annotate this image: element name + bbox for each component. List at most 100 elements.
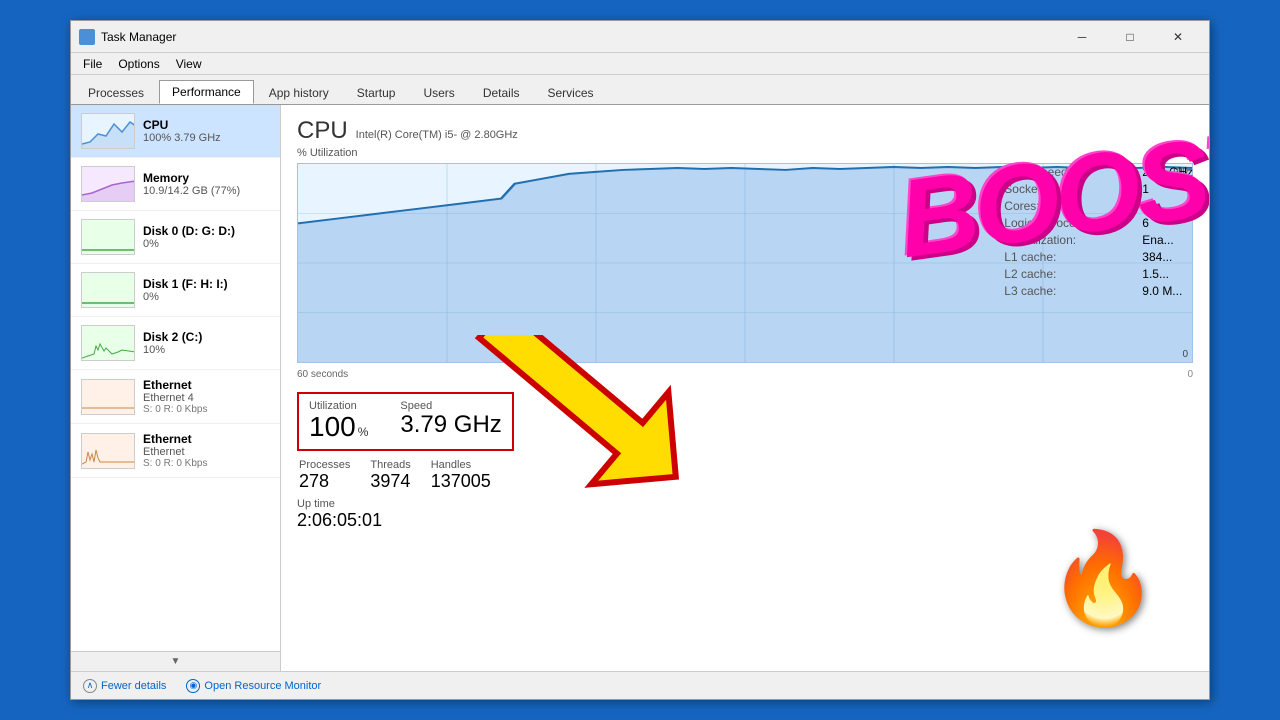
ethernet1-info: Ethernet Ethernet 4 S: 0 R: 0 Kbps [143,378,270,415]
utilization-block: Utilization 100 % [309,400,368,443]
fire-icon: 🔥 [1047,529,1159,629]
uptime-value: 2:06:05:01 [297,510,1193,531]
cpu-detail-subtitle: Intel(R) Core(TM) i5- @ 2.80GHz [356,129,518,141]
tab-users[interactable]: Users [410,81,467,104]
ethernet2-sub: Ethernet [143,446,270,458]
speed-block: Speed 3.79 GHz [400,400,501,443]
speed-value: 3.79 GHz [400,412,501,438]
uptime-label: Up time [297,498,1193,510]
graph-min-label: 0 [1182,349,1188,360]
util-unit: % [358,425,369,439]
logical-label: Logical processors: [1004,216,1134,230]
ethernet2-thumbnail [81,433,135,469]
app-icon [79,29,95,45]
cpu-sub: 100% 3.79 GHz [143,132,270,144]
sidebar-item-disk0[interactable]: Disk 0 (D: G: D:) 0% [71,211,280,264]
cpu-title-row: CPU Intel(R) Core(TM) i5- @ 2.80GHz [297,117,1193,145]
open-monitor-button[interactable]: ◉ Open Resource Monitor [186,679,321,693]
l3-row: L3 cache: 9.0 M... [1004,284,1193,298]
menu-bar: File Options View [71,53,1209,75]
disk1-name: Disk 1 (F: H: I:) [143,277,270,291]
processes-value: 278 [299,471,350,492]
fire-overlay: 🔥 [1047,526,1159,631]
base-speed-value: 2.81 GHz [1142,165,1193,179]
handles-block: Handles 137005 [431,459,491,492]
sidebar: CPU 100% 3.79 GHz Memory 10.9/14.2 GB [71,105,281,671]
cores-label: Cores: [1004,199,1134,213]
threads-value: 3974 [370,471,410,492]
sidebar-item-disk1[interactable]: Disk 1 (F: H: I:) 0% [71,264,280,317]
monitor-icon: ◉ [186,679,200,693]
l1-value: 384... [1142,250,1172,264]
virtualization-label: Virtualization: [1004,233,1134,247]
menu-file[interactable]: File [75,55,110,73]
counts-row: Processes 278 Threads 3974 Handles 13700… [299,459,1193,492]
logical-row: Logical processors: 6 [1004,216,1193,230]
cpu-thumbnail [81,113,135,149]
cores-row: Cores: 6 [1004,199,1193,213]
task-manager-window: Task Manager ─ □ ✕ File Options View Pro… [70,20,1210,700]
sockets-label: Sockets: [1004,182,1134,196]
ethernet2-sub2: S: 0 R: 0 Kbps [143,458,270,469]
tab-processes[interactable]: Processes [75,81,157,104]
logical-value: 6 [1142,216,1149,230]
main-content: CPU 100% 3.79 GHz Memory 10.9/14.2 GB [71,105,1209,671]
tab-performance[interactable]: Performance [159,80,254,104]
base-speed-row: Base speed: 2.81 GHz [1004,165,1193,179]
disk2-sub: 10% [143,344,270,356]
disk2-thumbnail [81,325,135,361]
disk2-name: Disk 2 (C:) [143,330,270,344]
threads-label: Threads [370,459,410,471]
disk0-info: Disk 0 (D: G: D:) 0% [143,224,270,250]
close-button[interactable]: ✕ [1155,23,1201,51]
handles-value: 137005 [431,471,491,492]
threads-block: Threads 3974 [370,459,410,492]
fewer-details-button[interactable]: ∧ Fewer details [83,679,166,693]
sockets-row: Sockets: 1 [1004,182,1193,196]
sidebar-item-memory[interactable]: Memory 10.9/14.2 GB (77%) [71,158,280,211]
disk1-info: Disk 1 (F: H: I:) 0% [143,277,270,303]
title-bar: Task Manager ─ □ ✕ [71,21,1209,53]
virtualization-value: Ena... [1142,233,1173,247]
sidebar-item-disk2[interactable]: Disk 2 (C:) 10% [71,317,280,370]
disk1-thumbnail [81,272,135,308]
cores-value: 6 [1142,199,1149,213]
disk0-name: Disk 0 (D: G: D:) [143,224,270,238]
memory-sub: 10.9/14.2 GB (77%) [143,185,270,197]
l2-label: L2 cache: [1004,267,1134,281]
maximize-button[interactable]: □ [1107,23,1153,51]
processes-block: Processes 278 [299,459,350,492]
window-title: Task Manager [101,30,176,44]
menu-options[interactable]: Options [110,55,167,73]
window-controls: ─ □ ✕ [1059,23,1201,51]
minimize-button[interactable]: ─ [1059,23,1105,51]
menu-view[interactable]: View [168,55,210,73]
l3-label: L3 cache: [1004,284,1134,298]
tabs-bar: Processes Performance App history Startu… [71,75,1209,105]
memory-info: Memory 10.9/14.2 GB (77%) [143,171,270,197]
disk2-info: Disk 2 (C:) 10% [143,330,270,356]
l1-label: L1 cache: [1004,250,1134,264]
tab-details[interactable]: Details [470,81,533,104]
ethernet1-thumbnail [81,379,135,415]
right-stats: Base speed: 2.81 GHz Sockets: 1 Cores: 6… [1004,165,1193,301]
base-speed-label: Base speed: [1004,165,1134,179]
cpu-info: CPU 100% 3.79 GHz [143,118,270,144]
detail-panel: CPU Intel(R) Core(TM) i5- @ 2.80GHz % Ut… [281,105,1209,671]
handles-label: Handles [431,459,491,471]
l3-value: 9.0 M... [1142,284,1182,298]
disk0-sub: 0% [143,238,270,250]
footer-bar: ∧ Fewer details ◉ Open Resource Monitor [71,671,1209,699]
time-right: 0 [1187,369,1193,382]
stats-row: Utilization 100 % Speed 3.79 GHz [297,392,514,451]
sidebar-item-ethernet1[interactable]: Ethernet Ethernet 4 S: 0 R: 0 Kbps [71,370,280,424]
sidebar-item-ethernet2[interactable]: Ethernet Ethernet S: 0 R: 0 Kbps [71,424,280,478]
time-label: 60 seconds [297,369,348,380]
scroll-down-arrow[interactable]: ▼ [71,651,280,671]
sidebar-item-cpu[interactable]: CPU 100% 3.79 GHz [71,105,280,158]
memory-name: Memory [143,171,270,185]
tab-app-history[interactable]: App history [256,81,342,104]
tab-startup[interactable]: Startup [344,81,409,104]
tab-services[interactable]: Services [535,81,607,104]
sidebar-scroll[interactable]: CPU 100% 3.79 GHz Memory 10.9/14.2 GB [71,105,280,651]
